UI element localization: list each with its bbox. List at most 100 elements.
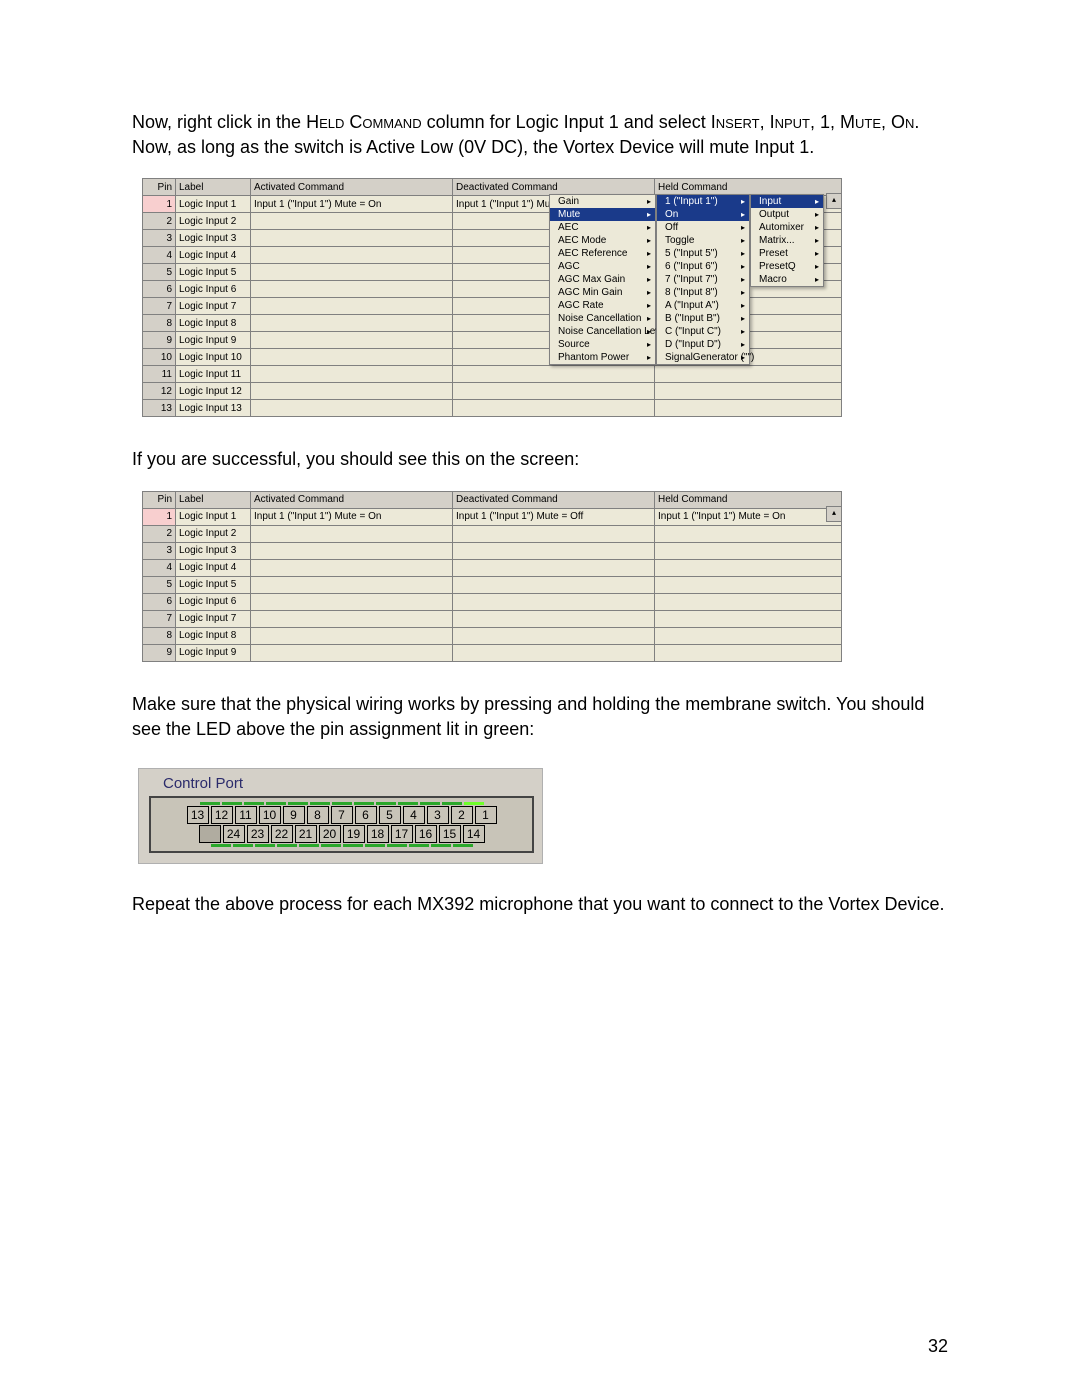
cell-pin[interactable]: 8 bbox=[143, 315, 176, 332]
cell-activated[interactable] bbox=[251, 247, 453, 264]
cell-label[interactable]: Logic Input 5 bbox=[176, 264, 251, 281]
cell-pin[interactable]: 9 bbox=[143, 644, 176, 661]
cell-held[interactable] bbox=[655, 576, 842, 593]
cell-held[interactable]: Input 1 ("Input 1") Mute = On bbox=[655, 508, 842, 525]
menu-item[interactable]: AEC Mode▸ bbox=[550, 234, 655, 247]
cell-pin[interactable]: 2 bbox=[143, 213, 176, 230]
cell-label[interactable]: Logic Input 2 bbox=[176, 213, 251, 230]
cell-activated[interactable] bbox=[251, 298, 453, 315]
cell-activated[interactable] bbox=[251, 400, 453, 417]
cell-label[interactable]: Logic Input 9 bbox=[176, 332, 251, 349]
cell-deactivated[interactable] bbox=[453, 383, 655, 400]
cell-label[interactable]: Logic Input 10 bbox=[176, 349, 251, 366]
cell-label[interactable]: Logic Input 13 bbox=[176, 400, 251, 417]
cell-held[interactable] bbox=[655, 627, 842, 644]
cell-activated[interactable] bbox=[251, 525, 453, 542]
cell-pin[interactable]: 10 bbox=[143, 349, 176, 366]
cell-pin[interactable]: 8 bbox=[143, 627, 176, 644]
menu-item[interactable]: Toggle▸ bbox=[657, 234, 749, 247]
cell-label[interactable]: Logic Input 9 bbox=[176, 644, 251, 661]
cell-activated[interactable] bbox=[251, 576, 453, 593]
cell-deactivated[interactable] bbox=[453, 644, 655, 661]
cell-deactivated[interactable] bbox=[453, 400, 655, 417]
menu-item[interactable]: SignalGenerator ("")▸ bbox=[657, 351, 749, 364]
table-row[interactable]: 3Logic Input 3 bbox=[143, 542, 842, 559]
cell-deactivated[interactable] bbox=[453, 559, 655, 576]
cell-pin[interactable]: 3 bbox=[143, 230, 176, 247]
cell-held[interactable] bbox=[655, 644, 842, 661]
cell-label[interactable]: Logic Input 12 bbox=[176, 383, 251, 400]
cell-pin[interactable]: 6 bbox=[143, 281, 176, 298]
menu-item[interactable]: AGC Rate▸ bbox=[550, 299, 655, 312]
cell-activated[interactable]: Input 1 ("Input 1") Mute = On bbox=[251, 508, 453, 525]
menu-item[interactable]: Noise Cancellation Level▸ bbox=[550, 325, 655, 338]
table-row[interactable]: 4Logic Input 4 bbox=[143, 559, 842, 576]
cell-deactivated[interactable] bbox=[453, 576, 655, 593]
cell-label[interactable]: Logic Input 4 bbox=[176, 559, 251, 576]
table-row[interactable]: 2Logic Input 2 bbox=[143, 525, 842, 542]
cell-label[interactable]: Logic Input 3 bbox=[176, 230, 251, 247]
cell-held[interactable] bbox=[655, 610, 842, 627]
menu-item[interactable]: Preset▸ bbox=[751, 247, 823, 260]
cell-pin[interactable]: 13 bbox=[143, 400, 176, 417]
cell-pin[interactable]: 3 bbox=[143, 542, 176, 559]
menu-item[interactable]: A ("Input A")▸ bbox=[657, 299, 749, 312]
cell-activated[interactable]: Input 1 ("Input 1") Mute = On bbox=[251, 196, 453, 213]
cell-activated[interactable] bbox=[251, 627, 453, 644]
menu-item[interactable]: 7 ("Input 7")▸ bbox=[657, 273, 749, 286]
table-row[interactable]: 7Logic Input 7 bbox=[143, 610, 842, 627]
cell-activated[interactable] bbox=[251, 281, 453, 298]
cell-activated[interactable] bbox=[251, 593, 453, 610]
menu-item[interactable]: Source▸ bbox=[550, 338, 655, 351]
cell-deactivated[interactable] bbox=[453, 542, 655, 559]
cell-activated[interactable] bbox=[251, 230, 453, 247]
menu-item[interactable]: C ("Input C")▸ bbox=[657, 325, 749, 338]
menu-item[interactable]: Noise Cancellation▸ bbox=[550, 312, 655, 325]
cell-label[interactable]: Logic Input 5 bbox=[176, 576, 251, 593]
menu-item[interactable]: Output▸ bbox=[751, 208, 823, 221]
scroll-up-button[interactable]: ▴ bbox=[826, 193, 842, 209]
table-row[interactable]: 13Logic Input 13 bbox=[143, 400, 842, 417]
cell-deactivated[interactable] bbox=[453, 366, 655, 383]
cell-held[interactable] bbox=[655, 400, 842, 417]
menu-item[interactable]: On▸ bbox=[657, 208, 749, 221]
cell-label[interactable]: Logic Input 1 bbox=[176, 508, 251, 525]
menu-item[interactable]: Gain▸ bbox=[550, 195, 655, 208]
cell-pin[interactable]: 1 bbox=[143, 508, 176, 525]
cell-held[interactable] bbox=[655, 525, 842, 542]
cell-activated[interactable] bbox=[251, 264, 453, 281]
menu-item[interactable]: Phantom Power▸ bbox=[550, 351, 655, 364]
cell-pin[interactable]: 7 bbox=[143, 298, 176, 315]
menu-item[interactable]: B ("Input B")▸ bbox=[657, 312, 749, 325]
menu-item[interactable]: PresetQ▸ bbox=[751, 260, 823, 273]
menu-item[interactable]: Matrix...▸ bbox=[751, 234, 823, 247]
context-menu-category[interactable]: Input▸Output▸Automixer▸Matrix...▸Preset▸… bbox=[750, 194, 824, 287]
menu-item[interactable]: AEC▸ bbox=[550, 221, 655, 234]
context-menu-input[interactable]: 1 ("Input 1")▸On▸Off▸Toggle▸5 ("Input 5"… bbox=[656, 194, 750, 365]
cell-pin[interactable]: 5 bbox=[143, 264, 176, 281]
table-row[interactable]: 5Logic Input 5 bbox=[143, 576, 842, 593]
cell-label[interactable]: Logic Input 7 bbox=[176, 610, 251, 627]
cell-label[interactable]: Logic Input 3 bbox=[176, 542, 251, 559]
menu-item[interactable]: Automixer▸ bbox=[751, 221, 823, 234]
menu-item[interactable]: 5 ("Input 5")▸ bbox=[657, 247, 749, 260]
cell-label[interactable]: Logic Input 8 bbox=[176, 627, 251, 644]
cell-activated[interactable] bbox=[251, 366, 453, 383]
cell-activated[interactable] bbox=[251, 542, 453, 559]
cell-pin[interactable]: 12 bbox=[143, 383, 176, 400]
cell-activated[interactable] bbox=[251, 332, 453, 349]
menu-item[interactable]: AGC Max Gain▸ bbox=[550, 273, 655, 286]
table-row[interactable]: 1Logic Input 1Input 1 ("Input 1") Mute =… bbox=[143, 508, 842, 525]
menu-item[interactable]: 6 ("Input 6")▸ bbox=[657, 260, 749, 273]
cell-pin[interactable]: 1 bbox=[143, 196, 176, 213]
cell-pin[interactable]: 2 bbox=[143, 525, 176, 542]
cell-label[interactable]: Logic Input 1 bbox=[176, 196, 251, 213]
cell-activated[interactable] bbox=[251, 610, 453, 627]
menu-item[interactable]: Macro▸ bbox=[751, 273, 823, 286]
cell-held[interactable] bbox=[655, 383, 842, 400]
menu-item[interactable]: Mute▸ bbox=[550, 208, 655, 221]
cell-held[interactable] bbox=[655, 366, 842, 383]
menu-item[interactable]: 8 ("Input 8")▸ bbox=[657, 286, 749, 299]
cell-pin[interactable]: 9 bbox=[143, 332, 176, 349]
cell-label[interactable]: Logic Input 4 bbox=[176, 247, 251, 264]
